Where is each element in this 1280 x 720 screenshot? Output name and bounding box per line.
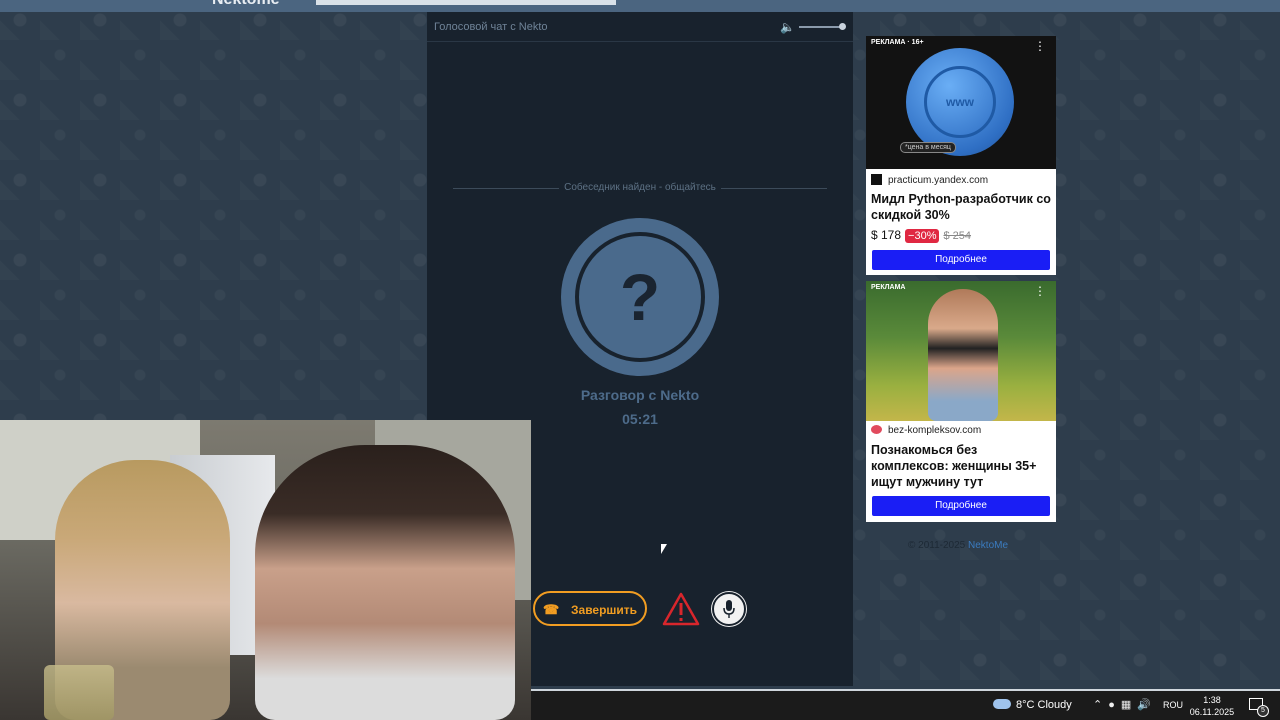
- price-note: *цена в месяц: [900, 142, 956, 153]
- ad-menu-icon[interactable]: ⋮: [1034, 40, 1046, 52]
- phone-hangup-icon: ☎: [543, 602, 560, 617]
- ad-price-row: $ 178 −30% $ 254: [871, 228, 971, 243]
- volume-slider-handle[interactable]: [839, 23, 846, 30]
- tray-icons[interactable]: ⌃●▦🔊: [1093, 698, 1157, 711]
- www-coin-icon: www: [906, 48, 1014, 156]
- ad-image-coin[interactable]: www *цена в месяц РЕКЛАМА · 16+ ⋮: [866, 36, 1056, 169]
- conversation-label: Разговор с Nekto: [580, 387, 700, 403]
- end-call-label: Завершить: [571, 603, 638, 617]
- footer-link[interactable]: NektoMe: [968, 540, 1008, 551]
- ad-banner-dating[interactable]: РЕКЛАМА ⋮ bez-kompleksov.com Познакомься…: [866, 281, 1056, 522]
- practicum-favicon-icon: [871, 174, 882, 185]
- windows-taskbar: 8°C Cloudy ⌃●▦🔊 ROU 1:38 06.11.2025 5: [531, 689, 1280, 720]
- top-input[interactable]: [316, 0, 616, 5]
- ad-more-button[interactable]: Подробнее: [872, 496, 1050, 516]
- question-mark-icon: ?: [575, 232, 705, 362]
- weather-widget[interactable]: 8°C Cloudy: [993, 699, 1072, 711]
- microphone-button[interactable]: [712, 592, 746, 626]
- top-bar: Nektome: [0, 0, 1280, 12]
- ad-price: $ 178: [871, 228, 902, 242]
- webcam-person-brunette: [255, 445, 515, 720]
- copyright-text: © 2011-2025: [908, 540, 966, 551]
- partner-avatar: ?: [561, 218, 719, 376]
- ad-menu-icon[interactable]: ⋮: [1034, 285, 1046, 297]
- webcam-video: [0, 420, 531, 720]
- site-logo[interactable]: Nektome: [212, 0, 280, 9]
- chat-title: Голосовой чат с Nekto: [434, 21, 548, 33]
- end-call-button[interactable]: ☎ Завершить: [533, 591, 647, 626]
- ad-label: РЕКЛАМА · 16+: [871, 39, 924, 46]
- notification-count: 5: [1257, 705, 1269, 717]
- weather-text: 8°C Cloudy: [1016, 699, 1072, 711]
- lips-favicon-icon: [871, 425, 882, 434]
- clock-time: 1:38: [1203, 695, 1221, 705]
- ad-label: РЕКЛАМА: [871, 284, 906, 291]
- ad-title[interactable]: Мидл Python-разработчик со скидкой 30%: [871, 191, 1053, 223]
- found-status-text: Собеседник найден - общайтесь: [559, 182, 721, 193]
- ad-site[interactable]: practicum.yandex.com: [871, 174, 988, 186]
- mouse-cursor: [661, 544, 667, 554]
- webcam-glass: [44, 665, 114, 720]
- ad-site[interactable]: bez-kompleksov.com: [871, 425, 981, 436]
- microphone-icon: [723, 600, 735, 618]
- ad-photo-person: [928, 289, 998, 421]
- www-label: www: [924, 66, 996, 138]
- ad-banner-python[interactable]: www *цена в месяц РЕКЛАМА · 16+ ⋮ practi…: [866, 36, 1056, 275]
- cloud-icon: [993, 699, 1011, 709]
- old-price: $ 254: [943, 230, 972, 242]
- ad-image-woman[interactable]: РЕКЛАМА ⋮: [866, 281, 1056, 421]
- ad-site-text: bez-kompleksov.com: [888, 425, 982, 436]
- ad-more-button[interactable]: Подробнее: [872, 250, 1050, 270]
- language-indicator[interactable]: ROU: [1163, 700, 1183, 710]
- report-warning-icon[interactable]: [662, 592, 700, 631]
- volume-icon[interactable]: 🔈: [780, 20, 795, 34]
- discount-badge: −30%: [905, 229, 940, 243]
- status-divider: Собеседник найден - общайтесь: [453, 182, 827, 196]
- ad-title[interactable]: Познакомься без комплексов: женщины 35+ …: [871, 442, 1053, 490]
- clock[interactable]: 1:38 06.11.2025: [1187, 694, 1237, 718]
- clock-date: 06.11.2025: [1189, 707, 1235, 717]
- chat-header: Голосовой чат с Nekto 🔈: [427, 12, 853, 42]
- footer-copyright: © 2011-2025 NektoMe: [908, 540, 1008, 551]
- ad-site-text: practicum.yandex.com: [888, 175, 989, 186]
